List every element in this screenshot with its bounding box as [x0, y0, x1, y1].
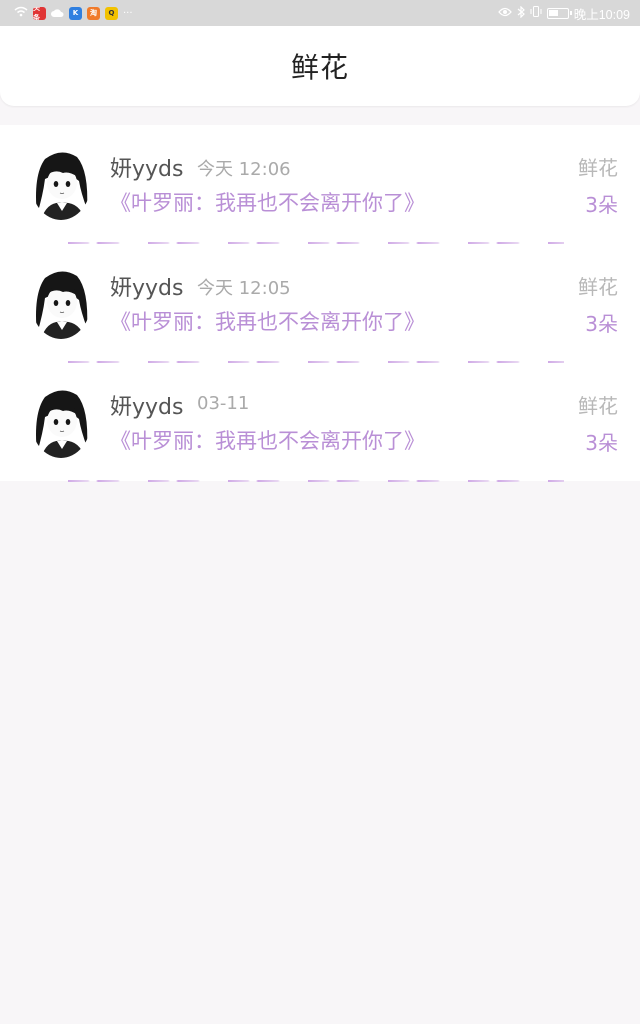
timestamp: 今天 12:06 — [197, 159, 291, 180]
cloud-app-icon — [51, 7, 64, 20]
gift-type: 鲜花 — [578, 156, 618, 180]
clock: 晚上10:09 — [573, 7, 630, 22]
gift-record-list: 妍yyds 今天 12:06 《叶罗丽：我再也不会离开你了》 鲜花 3朵 妍yy… — [0, 125, 640, 482]
battery-icon — [546, 7, 572, 19]
vibrate-icon — [530, 6, 542, 20]
list-item[interactable]: 妍yyds 今天 12:05 《叶罗丽：我再也不会离开你了》 鲜花 3朵 — [0, 244, 640, 363]
book-title-link[interactable]: 《叶罗丽：我再也不会离开你了》 — [110, 187, 425, 217]
eye-icon — [497, 6, 512, 20]
gift-count: 3朵 — [585, 431, 618, 455]
toutiao-app-icon: 头条 — [33, 6, 46, 20]
status-bar-left: 头条 K 淘 Q ··· — [14, 6, 133, 20]
status-bar-right: 晚上10:09 — [497, 4, 630, 23]
book-title-link[interactable]: 《叶罗丽：我再也不会离开你了》 — [110, 425, 425, 455]
k-app-icon: K — [69, 6, 82, 20]
gift-type: 鲜花 — [578, 275, 618, 299]
taobao-app-icon: 淘 — [87, 6, 100, 20]
list-item[interactable]: 妍yyds 03-11 《叶罗丽：我再也不会离开你了》 鲜花 3朵 — [0, 363, 640, 482]
bluetooth-icon — [517, 5, 525, 21]
user-name: 妍yyds — [110, 395, 184, 420]
qq-app-icon: Q — [105, 6, 118, 20]
avatar[interactable] — [31, 145, 91, 220]
wifi-icon — [14, 6, 28, 20]
avatar[interactable] — [31, 264, 91, 339]
more-notifications-icon: ··· — [123, 7, 133, 19]
avatar[interactable] — [31, 383, 91, 458]
user-name: 妍yyds — [110, 157, 184, 182]
book-title-link[interactable]: 《叶罗丽：我再也不会离开你了》 — [110, 306, 425, 336]
gift-count: 3朵 — [585, 193, 618, 217]
status-bar: 头条 K 淘 Q ··· 晚上10:09 — [0, 0, 640, 26]
gift-type: 鲜花 — [578, 394, 618, 418]
divider — [68, 480, 564, 482]
list-item[interactable]: 妍yyds 今天 12:06 《叶罗丽：我再也不会离开你了》 鲜花 3朵 — [0, 125, 640, 244]
page-title: 鲜花 — [290, 51, 349, 84]
gift-count: 3朵 — [585, 312, 618, 336]
user-name: 妍yyds — [110, 276, 184, 301]
page-header: 鲜花 — [0, 26, 640, 106]
timestamp: 今天 12:05 — [197, 278, 291, 299]
timestamp: 03-11 — [197, 393, 250, 414]
